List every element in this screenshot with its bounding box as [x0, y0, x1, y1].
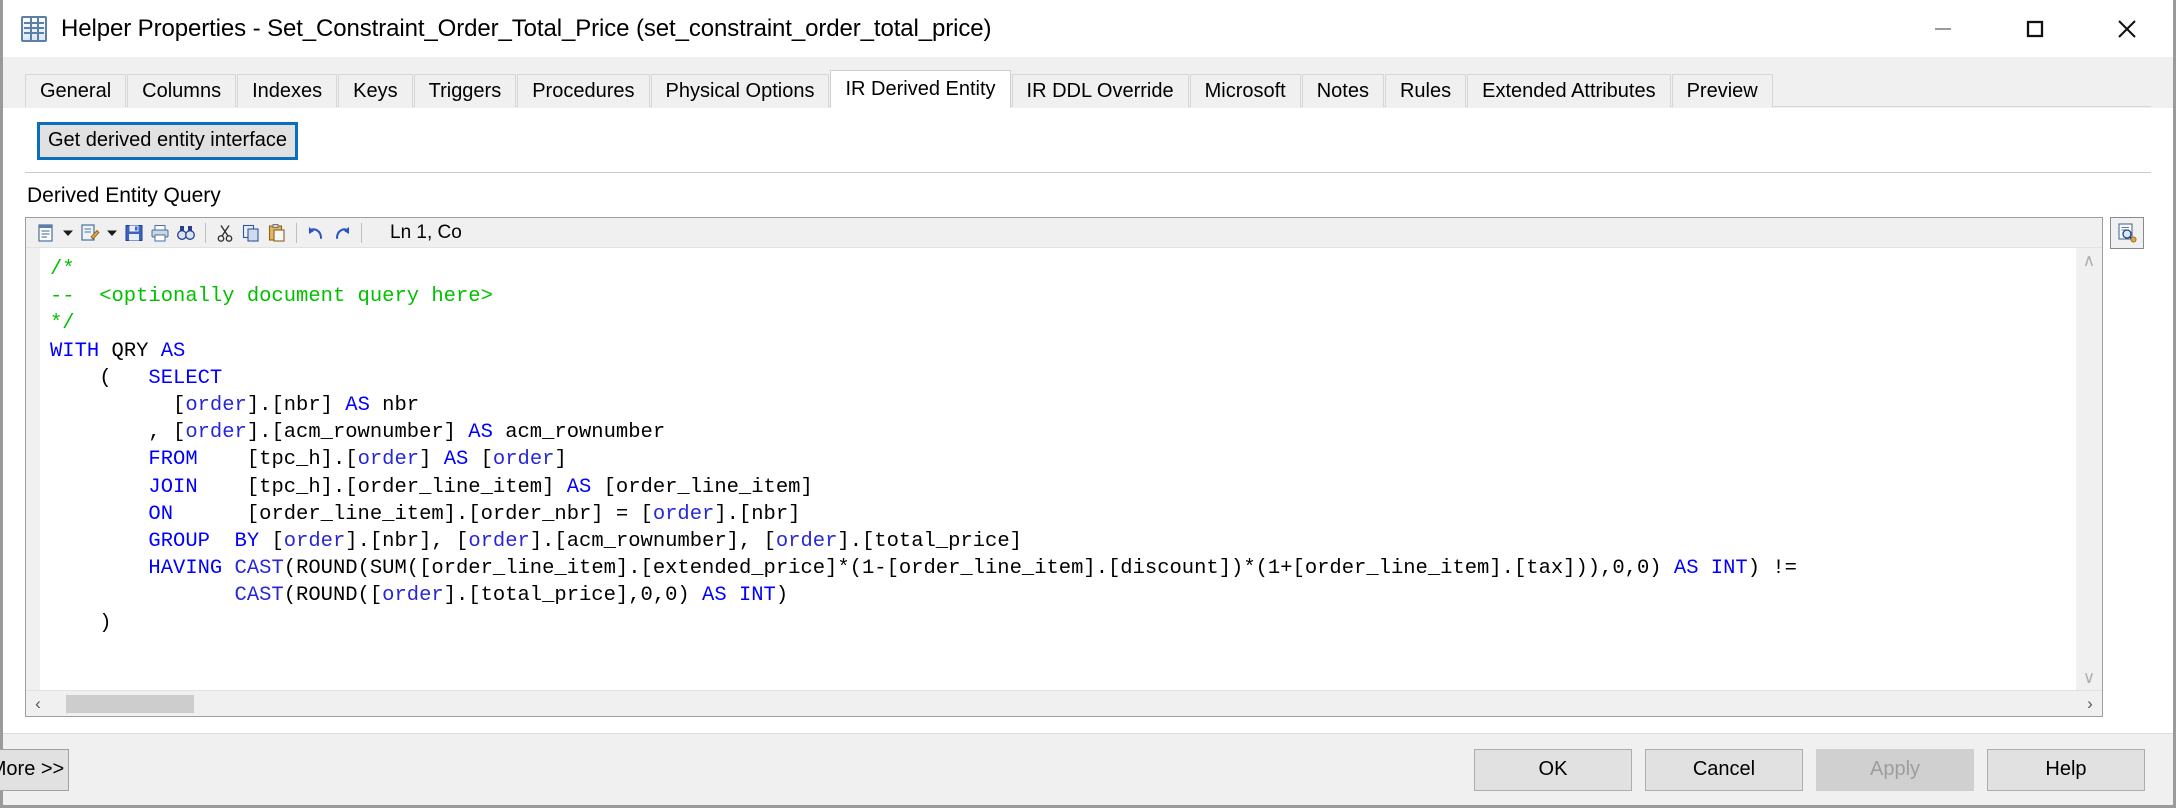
- editor-area: Ln 1, Co /* -- <optionally document quer…: [25, 217, 2151, 733]
- title-bar: Helper Properties - Set_Constraint_Order…: [3, 0, 2173, 57]
- insert-template-chevron-down-icon[interactable]: [59, 220, 77, 246]
- close-icon[interactable]: [2081, 0, 2173, 57]
- scroll-down-arrow-icon[interactable]: ∨: [2083, 669, 2095, 686]
- table-grid-icon: [21, 15, 47, 42]
- tab-strip-container: General Columns Indexes Keys Triggers Procedu…: [3, 57, 2173, 108]
- ok-button[interactable]: OK: [1474, 748, 1632, 791]
- edit-query-chevron-down-icon[interactable]: [103, 220, 121, 246]
- cancel-button[interactable]: Cancel: [1645, 748, 1803, 791]
- scroll-right-arrow-icon[interactable]: ›: [2078, 695, 2102, 712]
- scroll-up-arrow-icon[interactable]: ∧: [2083, 252, 2095, 269]
- editor-body: /* -- <optionally document query here> *…: [26, 248, 2102, 690]
- redo-icon[interactable]: [329, 220, 355, 246]
- tab-preview[interactable]: Preview: [1671, 74, 1773, 107]
- tab-microsoft[interactable]: Microsoft: [1189, 74, 1301, 107]
- find-icon[interactable]: [173, 220, 199, 246]
- tab-notes[interactable]: Notes: [1301, 74, 1384, 107]
- editor-horizontal-scrollbar[interactable]: ‹ ›: [26, 690, 2102, 716]
- help-button[interactable]: Help: [1987, 748, 2145, 791]
- tab-keys[interactable]: Keys: [338, 74, 413, 107]
- tab-triggers[interactable]: Triggers: [413, 74, 517, 107]
- paste-icon[interactable]: [264, 220, 290, 246]
- tab-ir-ddl-override[interactable]: IR DDL Override: [1011, 74, 1189, 107]
- window-title: Helper Properties - Set_Constraint_Order…: [61, 14, 992, 42]
- toolbar-divider-3: [361, 222, 362, 243]
- edit-query-icon[interactable]: [77, 220, 103, 246]
- copy-icon[interactable]: [238, 220, 264, 246]
- query-editor-frame: Ln 1, Co /* -- <optionally document quer…: [25, 217, 2103, 717]
- maximize-icon[interactable]: [1989, 0, 2081, 57]
- horizontal-scroll-track[interactable]: [50, 693, 2078, 714]
- tab-rules[interactable]: Rules: [1384, 74, 1467, 107]
- tab-strip: General Columns Indexes Keys Triggers Procedu…: [3, 70, 2173, 108]
- get-derived-entity-interface-button[interactable]: Get derived entity interface: [37, 122, 299, 160]
- tab-procedures[interactable]: Procedures: [517, 74, 650, 107]
- helper-properties-dialog: Helper Properties - Set_Constraint_Order…: [0, 0, 2176, 808]
- tab-indexes[interactable]: Indexes: [237, 74, 338, 107]
- apply-button: Apply: [1816, 748, 1974, 791]
- editor-vertical-scrollbar[interactable]: ∧ ∨: [2076, 248, 2102, 690]
- print-icon[interactable]: [147, 220, 173, 246]
- tab-columns[interactable]: Columns: [127, 74, 237, 107]
- insert-template-icon[interactable]: [33, 220, 59, 246]
- dialog-footer: More >> OK Cancel Apply Help: [0, 733, 2173, 805]
- preview-query-icon[interactable]: [2110, 217, 2144, 249]
- horizontal-scroll-thumb[interactable]: [66, 694, 194, 713]
- cursor-position-indicator: Ln 1, Co: [390, 221, 462, 243]
- toolbar-divider: [205, 222, 206, 243]
- toolbar-divider-2: [296, 222, 297, 243]
- scroll-left-arrow-icon[interactable]: ‹: [26, 695, 50, 712]
- sql-code-pane[interactable]: /* -- <optionally document query here> *…: [40, 248, 2076, 690]
- tab-ir-derived-entity[interactable]: IR Derived Entity: [830, 70, 1011, 108]
- tab-physical-options[interactable]: Physical Options: [650, 74, 830, 107]
- save-icon[interactable]: [121, 220, 147, 246]
- ir-derived-entity-panel: Get derived entity interface Derived Ent…: [3, 108, 2173, 733]
- sql-code-text[interactable]: /* -- <optionally document query here> *…: [40, 248, 2076, 637]
- editor-gutter: [26, 248, 40, 690]
- editor-toolbar: Ln 1, Co: [26, 218, 2102, 248]
- derived-entity-query-label: Derived Entity Query: [27, 184, 221, 207]
- dialog-button-group: OK Cancel Apply Help: [1474, 748, 2173, 791]
- editor-side-column: [2103, 217, 2151, 717]
- window-controls: [1897, 0, 2173, 57]
- cut-icon[interactable]: [212, 220, 238, 246]
- undo-icon[interactable]: [303, 220, 329, 246]
- tab-general[interactable]: General: [25, 74, 127, 107]
- action-row: Get derived entity interface: [25, 108, 2151, 160]
- more-button[interactable]: More >>: [0, 748, 69, 791]
- tab-extended-attributes[interactable]: Extended Attributes: [1467, 74, 1671, 107]
- minimize-icon[interactable]: [1897, 0, 1989, 57]
